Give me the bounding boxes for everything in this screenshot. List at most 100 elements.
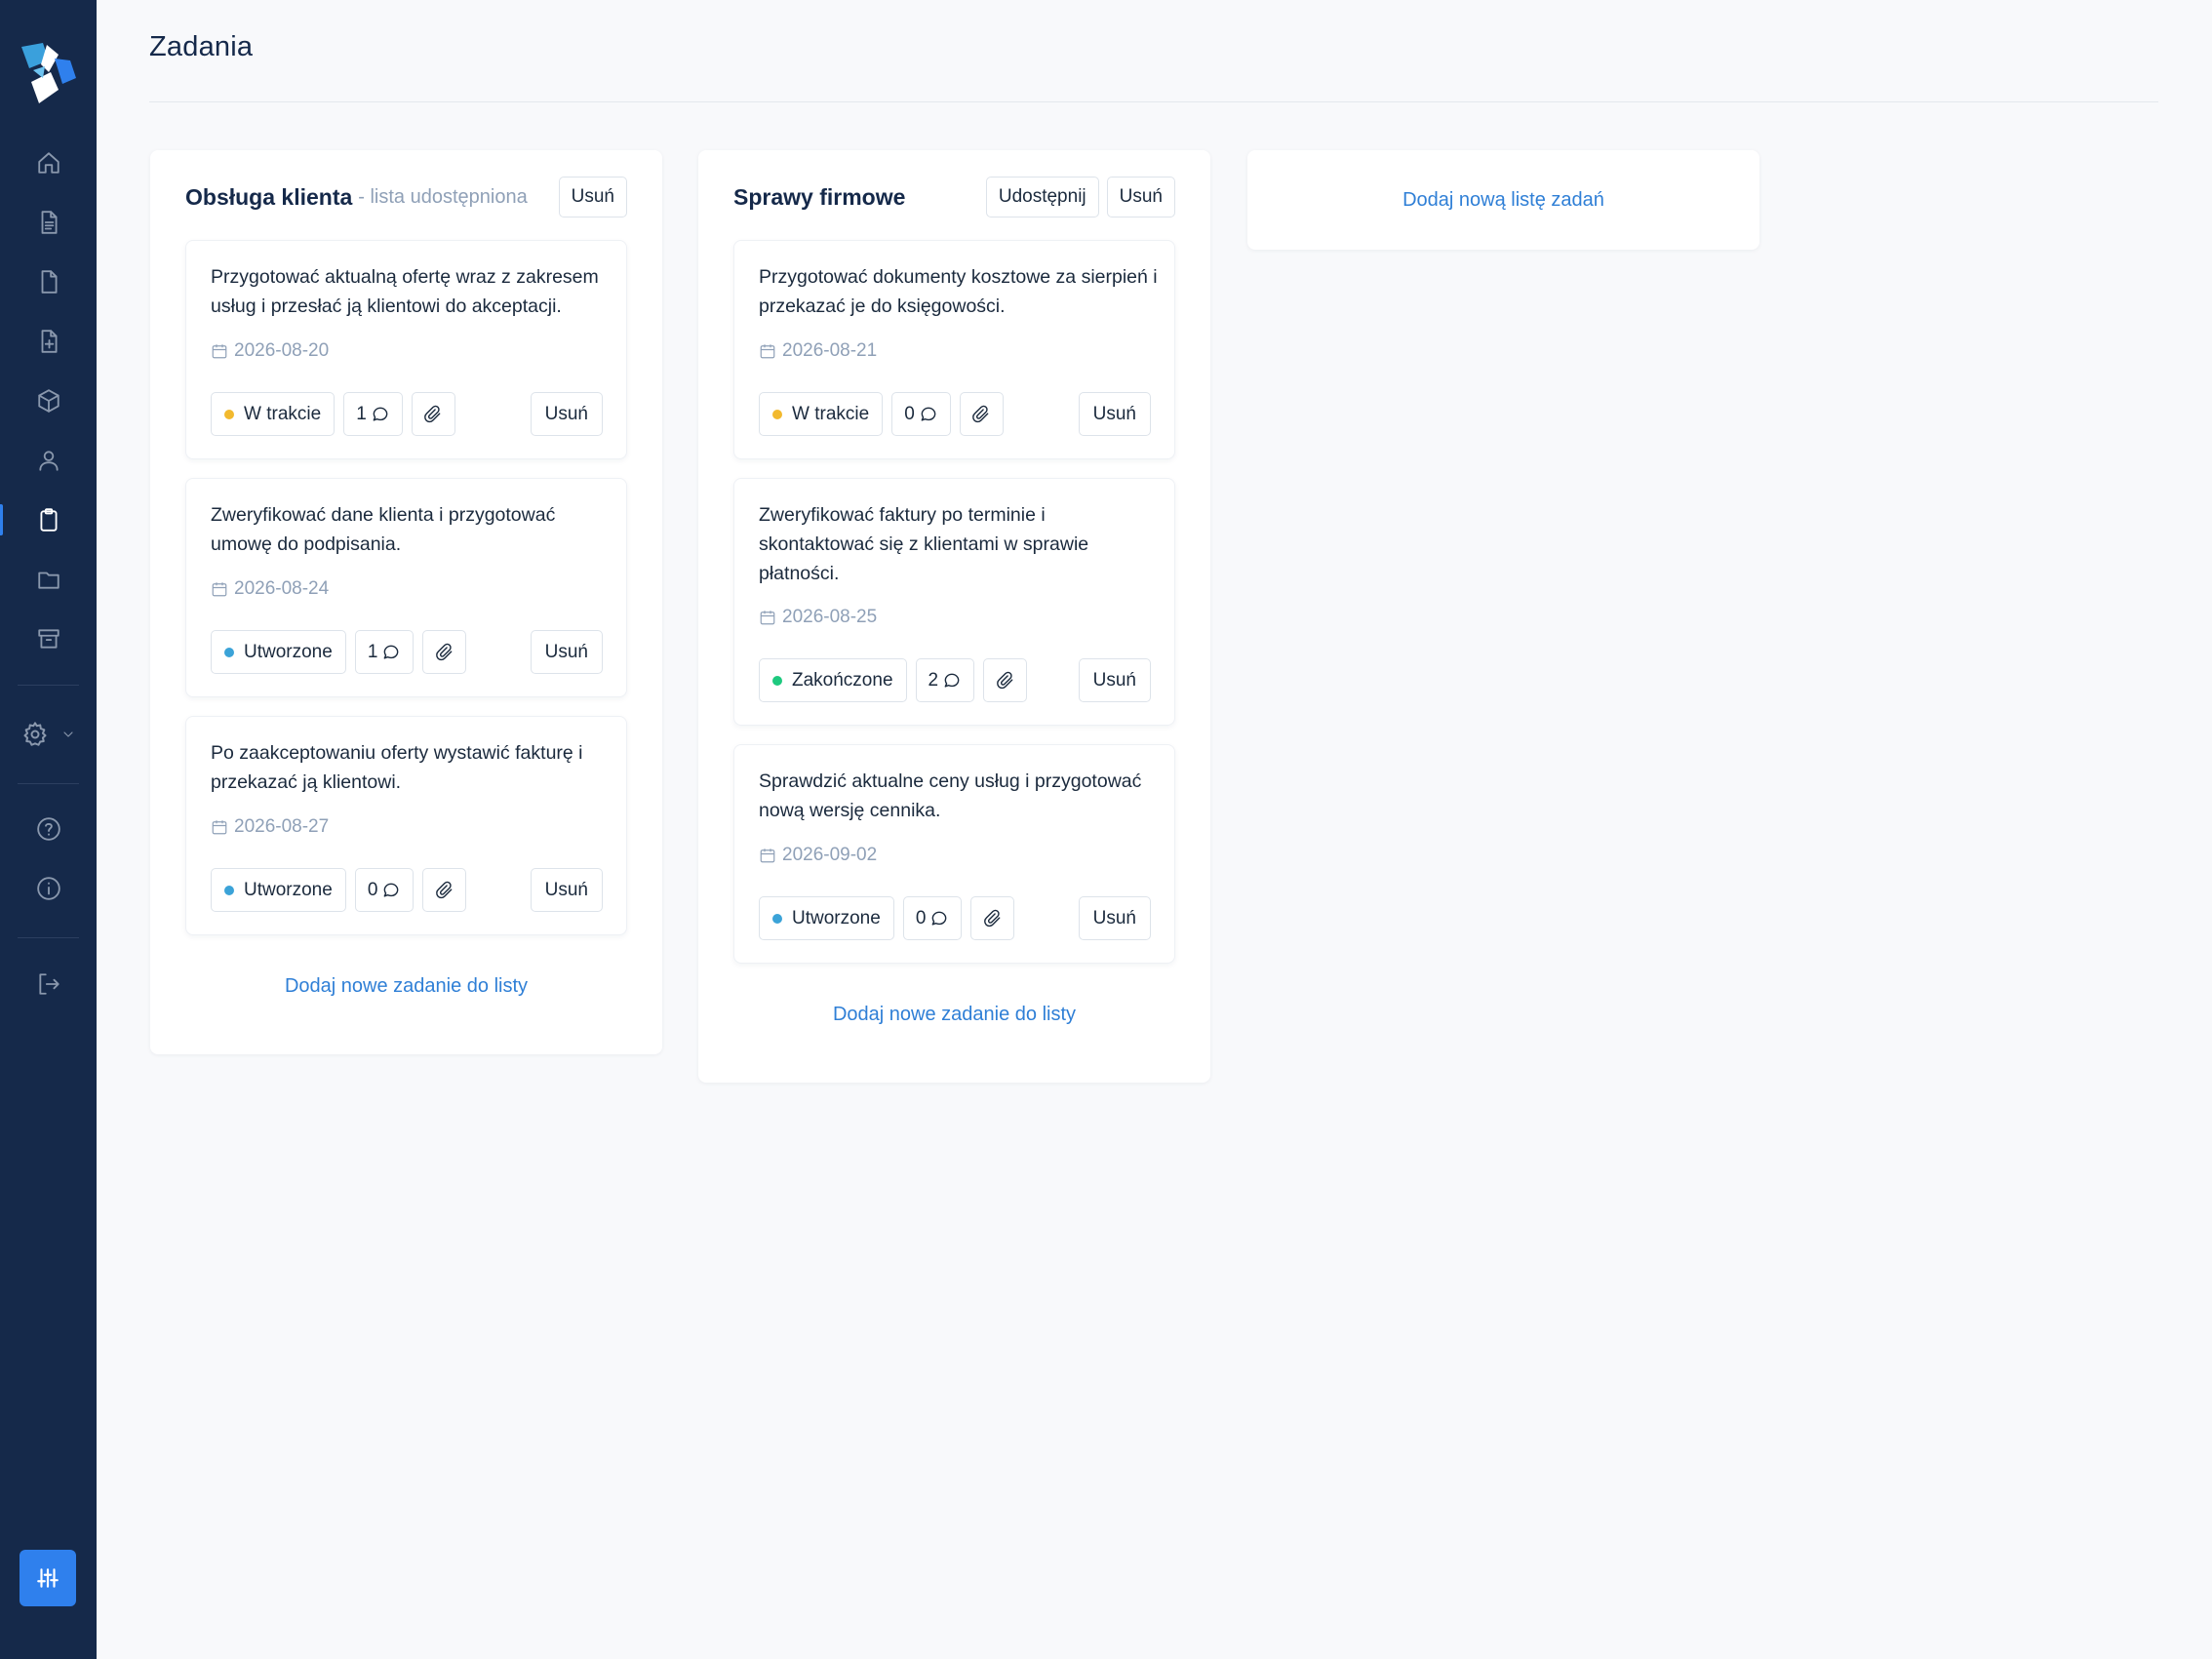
nav-folders[interactable] [0,554,97,605]
task-actions: Utworzone 0 Usuń [211,868,603,912]
comment-icon [384,883,399,897]
page-title: Zadania [149,31,254,62]
task-date-value: 2026-08-20 [234,340,330,361]
comment-icon [373,407,388,421]
delete-task-button[interactable]: Usuń [1078,392,1151,436]
gear-icon [23,722,47,746]
task-text: Zweryfikować dane klienta i przygotować … [211,504,556,555]
status-dot [772,913,782,924]
calendar-icon [212,820,227,835]
comments-button[interactable]: 0 [902,896,963,940]
status-badge[interactable]: Utworzone [211,630,346,674]
attachments-button[interactable] [983,658,1028,702]
list-title: Sprawy firmowe [733,183,906,210]
delete-task-button[interactable]: Usuń [1078,896,1151,940]
task-card[interactable]: Przygotować dokumenty kosztowe za sierpi… [733,240,1175,459]
add-task-link[interactable]: Dodaj nowe zadanie do listy [150,975,662,998]
status-label: Utworzone [792,907,881,928]
nav-logout[interactable] [0,959,97,1009]
nav-archive[interactable] [0,613,97,664]
calendar-icon [760,849,775,863]
nav-settings[interactable] [21,709,76,760]
paperclip-icon [972,405,989,422]
task-date: 2026-08-25 [759,607,877,628]
nav-products[interactable] [0,375,97,426]
task-list: Obsługa klienta - lista udostępniona Usu… [150,150,662,1054]
chevron-down-icon [63,731,73,737]
document-icon [41,211,58,234]
status-label: Utworzone [244,641,333,662]
nav-help[interactable] [0,804,97,854]
task-card[interactable]: Zweryfikować faktury po terminie i skont… [733,478,1175,726]
delete-task-button[interactable]: Usuń [530,392,603,436]
share-list-button[interactable]: Udostępnij [985,177,1099,217]
attachments-button[interactable] [422,630,467,674]
comments-button[interactable]: 1 [343,392,403,436]
add-list-button[interactable]: Dodaj nową listę zadań [1247,150,1759,250]
task-date: 2026-09-02 [759,845,877,866]
status-badge[interactable]: Zakończone [759,658,907,702]
calendar-icon [760,611,775,625]
paperclip-icon [424,405,441,422]
nav-files[interactable] [0,257,97,307]
sidebar-divider [18,783,79,784]
nav-home[interactable] [0,138,97,188]
nav-new-document[interactable] [0,316,97,367]
comments-count: 1 [356,403,367,424]
customize-button[interactable] [20,1550,76,1606]
folder-icon [37,572,59,589]
box-icon [37,389,59,413]
task-date: 2026-08-20 [211,340,329,362]
status-badge[interactable]: Utworzone [211,868,346,912]
calendar-icon [212,344,227,359]
status-badge[interactable]: W trakcie [211,392,336,436]
task-date-value: 2026-08-25 [782,607,878,627]
calendar-icon [760,344,775,359]
comment-icon [932,911,947,926]
list-header: Sprawy firmowe Udostępnij Usuń [733,176,1175,218]
comments-button[interactable]: 0 [354,868,415,912]
status-label: Utworzone [244,879,333,900]
task-text: Zweryfikować faktury po terminie i skont… [759,504,1089,584]
nav-tasks[interactable] [0,494,97,545]
status-label: Zakończone [792,669,893,691]
task-date: 2026-08-24 [211,578,329,600]
logout-icon [38,973,59,995]
sliders-icon [37,1568,59,1588]
task-card[interactable]: Przygotować aktualną ofertę wraz z zakre… [185,240,627,459]
task-card[interactable]: Sprawdzić aktualne ceny usług i przygoto… [733,744,1175,964]
delete-task-button[interactable]: Usuń [1078,658,1151,702]
clipboard-icon [39,508,58,532]
nav-info[interactable] [0,863,97,914]
task-date-value: 2026-08-27 [234,816,330,837]
file-plus-icon [41,330,58,353]
comment-icon [921,407,936,421]
task-text: Przygotować aktualną ofertę wraz z zakre… [211,266,599,317]
add-task-link[interactable]: Dodaj nowe zadanie do listy [698,1004,1210,1026]
sidebar [0,0,97,1659]
nav-documents[interactable] [0,197,97,248]
paperclip-icon [436,643,453,660]
nav-clients[interactable] [0,435,97,486]
add-list-label: Dodaj nową listę zadań [1402,188,1604,211]
status-badge[interactable]: Utworzone [759,896,894,940]
delete-task-button[interactable]: Usuń [530,630,603,674]
comments-button[interactable]: 2 [915,658,975,702]
comments-button[interactable]: 1 [354,630,415,674]
comments-button[interactable]: 0 [891,392,951,436]
task-text: Przygotować dokumenty kosztowe za sierpi… [759,266,1158,317]
attachments-button[interactable] [959,392,1004,436]
delete-list-button[interactable]: Usuń [1106,177,1175,217]
app-logo[interactable] [20,43,76,107]
task-list: Sprawy firmowe Udostępnij Usuń Przygotow… [698,150,1210,1083]
attachments-button[interactable] [411,392,455,436]
status-badge[interactable]: W trakcie [759,392,884,436]
task-card[interactable]: Po zaakceptowaniu oferty wystawić faktur… [185,716,627,935]
delete-list-button[interactable]: Usuń [558,177,627,217]
header-divider [149,101,2158,102]
task-card[interactable]: Zweryfikować dane klienta i przygotować … [185,478,627,697]
attachments-button[interactable] [970,896,1015,940]
task-actions: Zakończone 2 Usuń [759,658,1151,702]
delete-task-button[interactable]: Usuń [530,868,603,912]
attachments-button[interactable] [422,868,467,912]
